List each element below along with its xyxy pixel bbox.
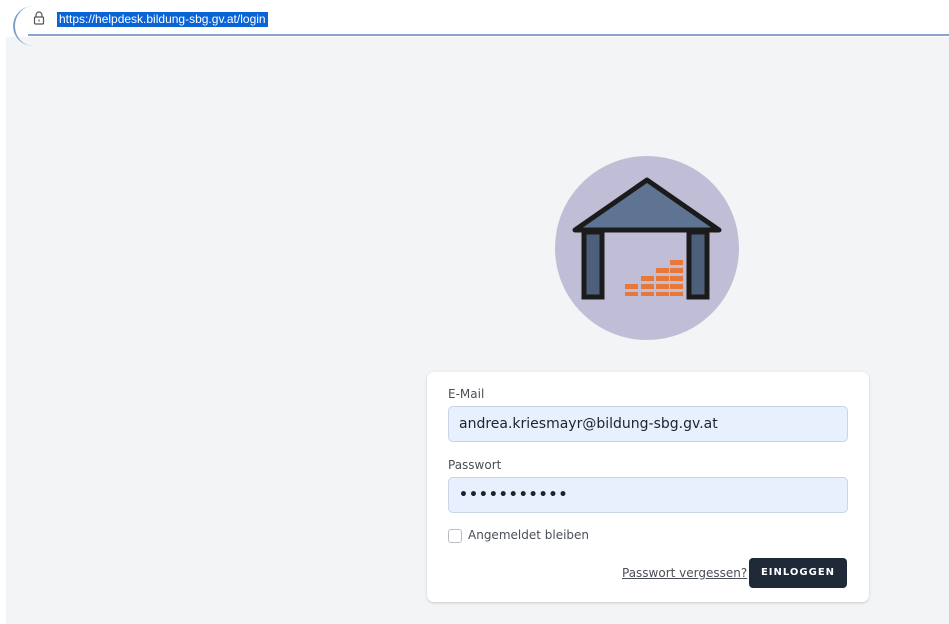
email-field[interactable]: andrea.kriesmayr@bildung-sbg.gv.at	[448, 406, 848, 442]
email-label: E-Mail	[448, 387, 485, 401]
url-text[interactable]: https://helpdesk.bildung-sbg.gv.at/login	[57, 12, 268, 27]
house-logo	[555, 156, 739, 340]
logo-right-pillar	[686, 229, 710, 300]
lock-icon[interactable]	[33, 11, 45, 25]
browser-address-bar[interactable]: https://helpdesk.bildung-sbg.gv.at/login	[0, 0, 949, 46]
left-edge	[0, 37, 6, 624]
login-button[interactable]: EINLOGGEN	[749, 558, 847, 588]
password-field[interactable]: •••••••••••	[448, 477, 848, 513]
remember-checkbox[interactable]	[448, 529, 462, 543]
address-bar-underline	[28, 34, 949, 36]
password-label: Passwort	[448, 458, 502, 472]
forgot-password-link[interactable]: Passwort vergessen?	[622, 566, 747, 580]
login-card: E-Mail andrea.kriesmayr@bildung-sbg.gv.a…	[427, 372, 869, 602]
logo-left-pillar	[581, 229, 605, 300]
remember-label[interactable]: Angemeldet bleiben	[468, 528, 589, 542]
